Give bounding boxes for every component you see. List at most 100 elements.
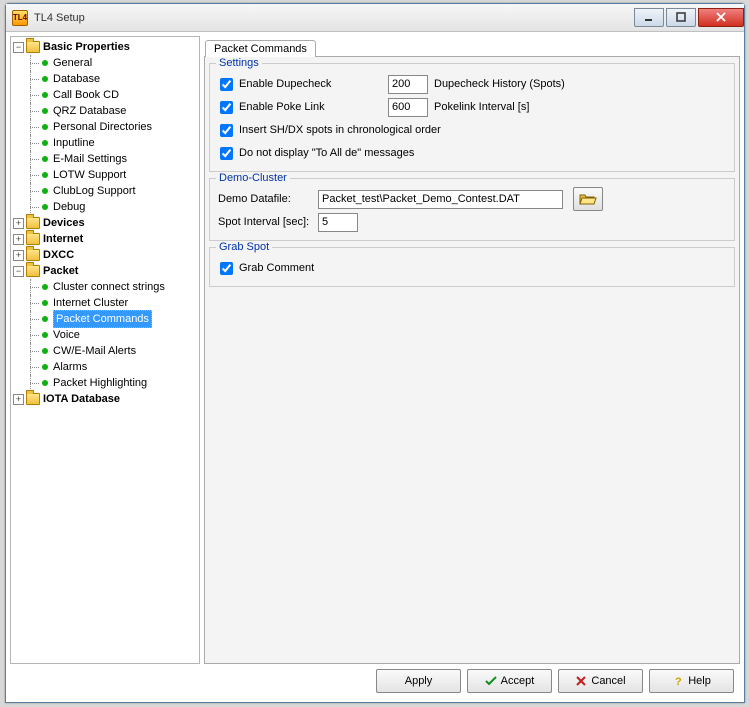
tree-node-packet-highlight[interactable]: Packet Highlighting <box>11 375 199 391</box>
accept-button[interactable]: Accept <box>467 669 552 693</box>
cancel-button[interactable]: Cancel <box>558 669 643 693</box>
button-label: Accept <box>501 675 535 687</box>
tree-node-email[interactable]: E-Mail Settings <box>11 151 199 167</box>
help-button[interactable]: ? Help <box>649 669 734 693</box>
checkbox-label: Enable Poke Link <box>239 101 325 113</box>
tree-node-database[interactable]: Database <box>11 71 199 87</box>
checkbox-label: Do not display "To All de" messages <box>239 147 414 159</box>
browse-button[interactable] <box>573 187 603 211</box>
button-label: Apply <box>405 675 433 687</box>
expand-icon[interactable]: + <box>13 250 24 261</box>
group-legend: Settings <box>216 57 262 69</box>
expand-icon[interactable]: + <box>13 218 24 229</box>
tree-label: Internet Cluster <box>53 295 128 311</box>
pokelink-interval-input[interactable] <box>388 98 428 117</box>
tree-label: IOTA Database <box>43 391 120 407</box>
checkbox-label: Insert SH/DX spots in chronological orde… <box>239 124 441 136</box>
tree-node-qrz[interactable]: QRZ Database <box>11 103 199 119</box>
tree-label: Call Book CD <box>53 87 119 103</box>
tree-label: LOTW Support <box>53 167 126 183</box>
checkbox-input[interactable] <box>220 78 233 91</box>
checkbox-label: Enable Dupecheck <box>239 78 331 90</box>
bullet-icon <box>42 380 48 386</box>
svg-text:?: ? <box>675 676 682 687</box>
tree-node-devices[interactable]: +Devices <box>11 215 199 231</box>
spot-interval-input[interactable] <box>318 213 358 232</box>
folder-icon <box>26 265 40 277</box>
tree-node-internet-cluster[interactable]: Internet Cluster <box>11 295 199 311</box>
expand-icon[interactable]: + <box>13 234 24 245</box>
x-icon <box>575 675 587 687</box>
tree-node-basic-properties[interactable]: − Basic Properties <box>11 39 199 55</box>
checkbox-do-not-display[interactable]: Do not display "To All de" messages <box>218 147 414 160</box>
dupecheck-history-input[interactable] <box>388 75 428 94</box>
bullet-icon <box>42 124 48 130</box>
tree-node-cw-alerts[interactable]: CW/E-Mail Alerts <box>11 343 199 359</box>
tree-label: ClubLog Support <box>53 183 136 199</box>
tree-node-cluster-connect[interactable]: Cluster connect strings <box>11 279 199 295</box>
tree-node-alarms[interactable]: Alarms <box>11 359 199 375</box>
demo-datafile-input[interactable] <box>318 190 563 209</box>
demo-datafile-label: Demo Datafile: <box>218 193 318 205</box>
folder-icon <box>26 249 40 261</box>
tree-label: Cluster connect strings <box>53 279 165 295</box>
bullet-icon <box>42 140 48 146</box>
collapse-icon[interactable]: − <box>13 266 24 277</box>
tree-node-personal-dirs[interactable]: Personal Directories <box>11 119 199 135</box>
checkbox-enable-pokelink[interactable]: Enable Poke Link <box>218 101 388 114</box>
tree-node-packet-commands[interactable]: Packet Commands <box>11 311 199 327</box>
group-grab-spot: Grab Spot Grab Comment <box>209 247 735 287</box>
folder-icon <box>26 217 40 229</box>
window-title: TL4 Setup <box>34 12 85 24</box>
expand-icon[interactable]: + <box>13 394 24 405</box>
tree-node-lotw[interactable]: LOTW Support <box>11 167 199 183</box>
nav-tree[interactable]: − Basic Properties General Database Call… <box>10 36 200 664</box>
folder-icon <box>26 393 40 405</box>
tree-node-debug[interactable]: Debug <box>11 199 199 215</box>
minimize-button[interactable] <box>634 8 664 27</box>
checkbox-input[interactable] <box>220 101 233 114</box>
group-legend: Grab Spot <box>216 241 272 253</box>
tree-label: Alarms <box>53 359 87 375</box>
checkbox-input[interactable] <box>220 262 233 275</box>
button-label: Cancel <box>591 675 625 687</box>
tree-node-voice[interactable]: Voice <box>11 327 199 343</box>
maximize-button[interactable] <box>666 8 696 27</box>
folder-icon <box>26 41 40 53</box>
collapse-icon[interactable]: − <box>13 42 24 53</box>
bullet-icon <box>42 364 48 370</box>
checkbox-grab-comment[interactable]: Grab Comment <box>218 262 388 275</box>
tab-packet-commands[interactable]: Packet Commands <box>205 40 316 57</box>
apply-button[interactable]: Apply <box>376 669 461 693</box>
folder-icon <box>26 233 40 245</box>
tree-node-clublog[interactable]: ClubLog Support <box>11 183 199 199</box>
tree-node-packet[interactable]: −Packet <box>11 263 199 279</box>
check-icon <box>485 675 497 687</box>
tree-label: DXCC <box>43 247 74 263</box>
bullet-icon <box>42 300 48 306</box>
tree-node-general[interactable]: General <box>11 55 199 71</box>
tree-label: QRZ Database <box>53 103 126 119</box>
tree-node-dxcc[interactable]: + DXCC <box>11 247 199 263</box>
close-button[interactable] <box>698 8 744 27</box>
tree-node-callbook[interactable]: Call Book CD <box>11 87 199 103</box>
tree-label: Debug <box>53 199 85 215</box>
tree-label: Personal Directories <box>53 119 152 135</box>
tree-label: Packet Commands <box>53 310 152 328</box>
tree-node-inputline[interactable]: Inputline <box>11 135 199 151</box>
bullet-icon <box>42 204 48 210</box>
bullet-icon <box>42 76 48 82</box>
dialog-footer: Apply Accept Cancel ? Help <box>10 664 740 698</box>
bullet-icon <box>42 284 48 290</box>
folder-open-icon <box>579 192 597 206</box>
checkbox-enable-dupecheck[interactable]: Enable Dupecheck <box>218 78 388 91</box>
tree-label: Voice <box>53 327 80 343</box>
tree-label: Basic Properties <box>43 39 130 55</box>
tree-node-iota[interactable]: + IOTA Database <box>11 391 199 407</box>
tree-node-internet[interactable]: +Internet <box>11 231 199 247</box>
group-settings: Settings Enable Dupecheck Dupecheck Hist… <box>209 63 735 172</box>
bullet-icon <box>42 316 48 322</box>
checkbox-insert-shdx[interactable]: Insert SH/DX spots in chronological orde… <box>218 124 441 137</box>
checkbox-input[interactable] <box>220 147 233 160</box>
checkbox-input[interactable] <box>220 124 233 137</box>
